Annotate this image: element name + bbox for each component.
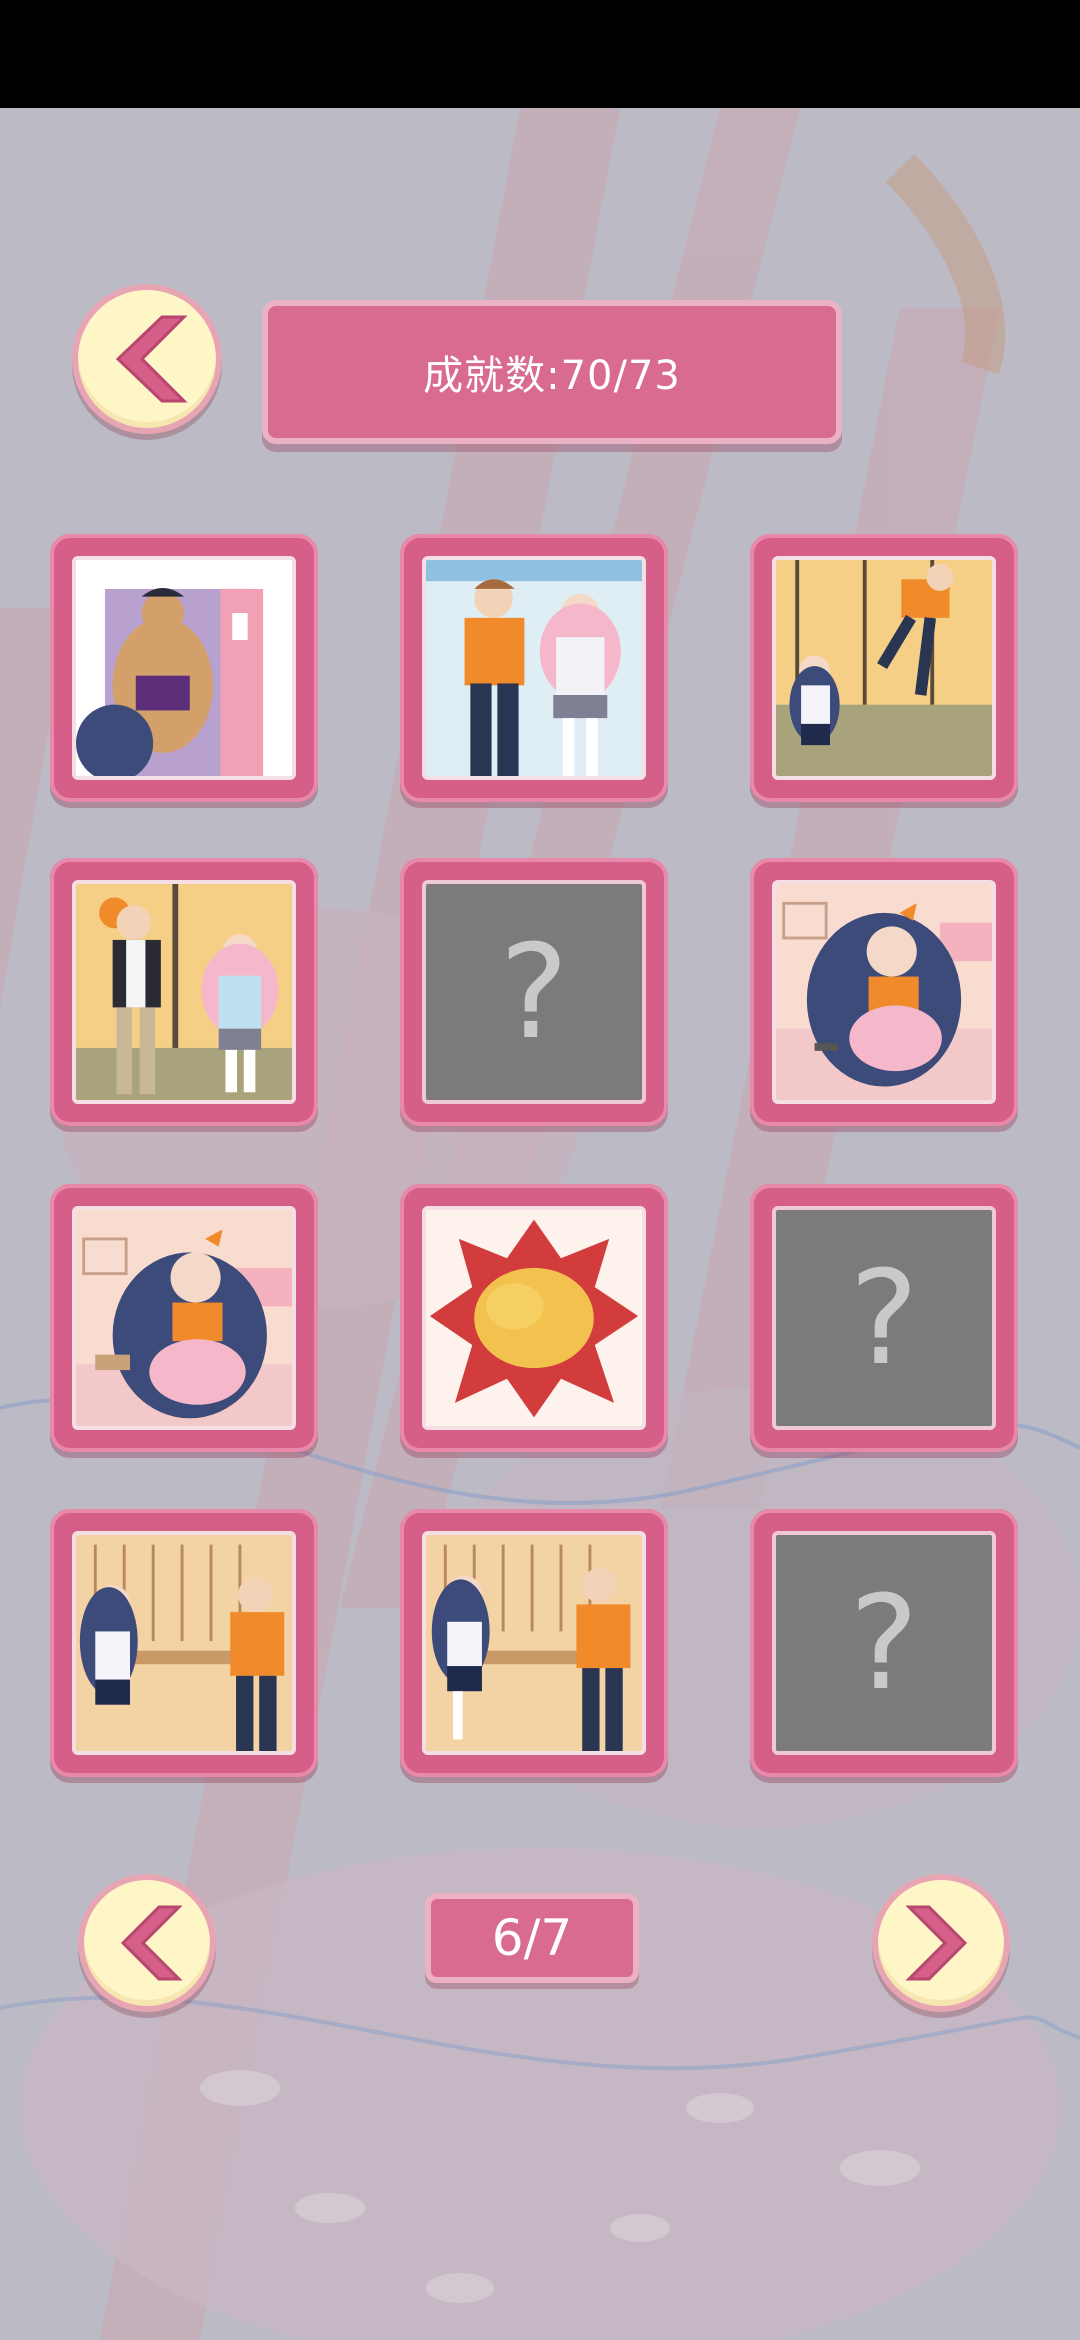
scene-illustration [426,1210,642,1426]
next-page-button[interactable] [872,1874,1010,2012]
gallery-tile-12-locked[interactable]: ? [750,1509,1018,1777]
scene-illustration [76,1535,292,1751]
scene-image [422,1206,646,1430]
gallery-tile-10[interactable] [50,1509,318,1777]
question-mark-icon: ? [849,1242,919,1394]
scene-illustration [76,1210,292,1426]
scene-image [422,1531,646,1755]
gallery-tile-3[interactable] [750,534,1018,802]
page-indicator: 6/7 [425,1893,639,1983]
scene-illustration [76,560,292,776]
gallery-tile-5-locked[interactable]: ? [400,858,668,1126]
scene-image [772,556,996,780]
gallery-tile-4[interactable] [50,858,318,1126]
locked-placeholder: ? [772,1531,996,1755]
page-indicator-text: 6/7 [491,1909,573,1967]
back-button[interactable] [72,284,222,434]
gallery-tile-2[interactable] [400,534,668,802]
scene-image [72,880,296,1104]
scene-illustration [76,884,292,1100]
gallery-tile-1[interactable] [50,534,318,802]
scene-illustration [426,560,642,776]
scene-image [422,556,646,780]
question-mark-icon: ? [499,916,569,1068]
achievement-count-banner: 成就数:70/73 [262,300,842,444]
scene-image [72,556,296,780]
scene-image [772,880,996,1104]
gallery-tile-6[interactable] [750,858,1018,1126]
chevron-right-icon [905,1905,968,1981]
chevron-left-icon [115,315,188,403]
gallery-tile-8[interactable] [400,1184,668,1452]
scene-image [72,1531,296,1755]
status-bar [0,0,1080,108]
scene-illustration [426,1535,642,1751]
prev-page-button[interactable] [78,1874,216,2012]
chevron-left-icon [120,1905,183,1981]
locked-placeholder: ? [772,1206,996,1430]
gallery-tile-9-locked[interactable]: ? [750,1184,1018,1452]
scene-illustration [776,884,992,1100]
question-mark-icon: ? [849,1567,919,1719]
scene-image [72,1206,296,1430]
gallery-tile-7[interactable] [50,1184,318,1452]
locked-placeholder: ? [422,880,646,1104]
scene-illustration [776,560,992,776]
achievement-count-text: 成就数:70/73 [423,353,681,399]
gallery-tile-11[interactable] [400,1509,668,1777]
